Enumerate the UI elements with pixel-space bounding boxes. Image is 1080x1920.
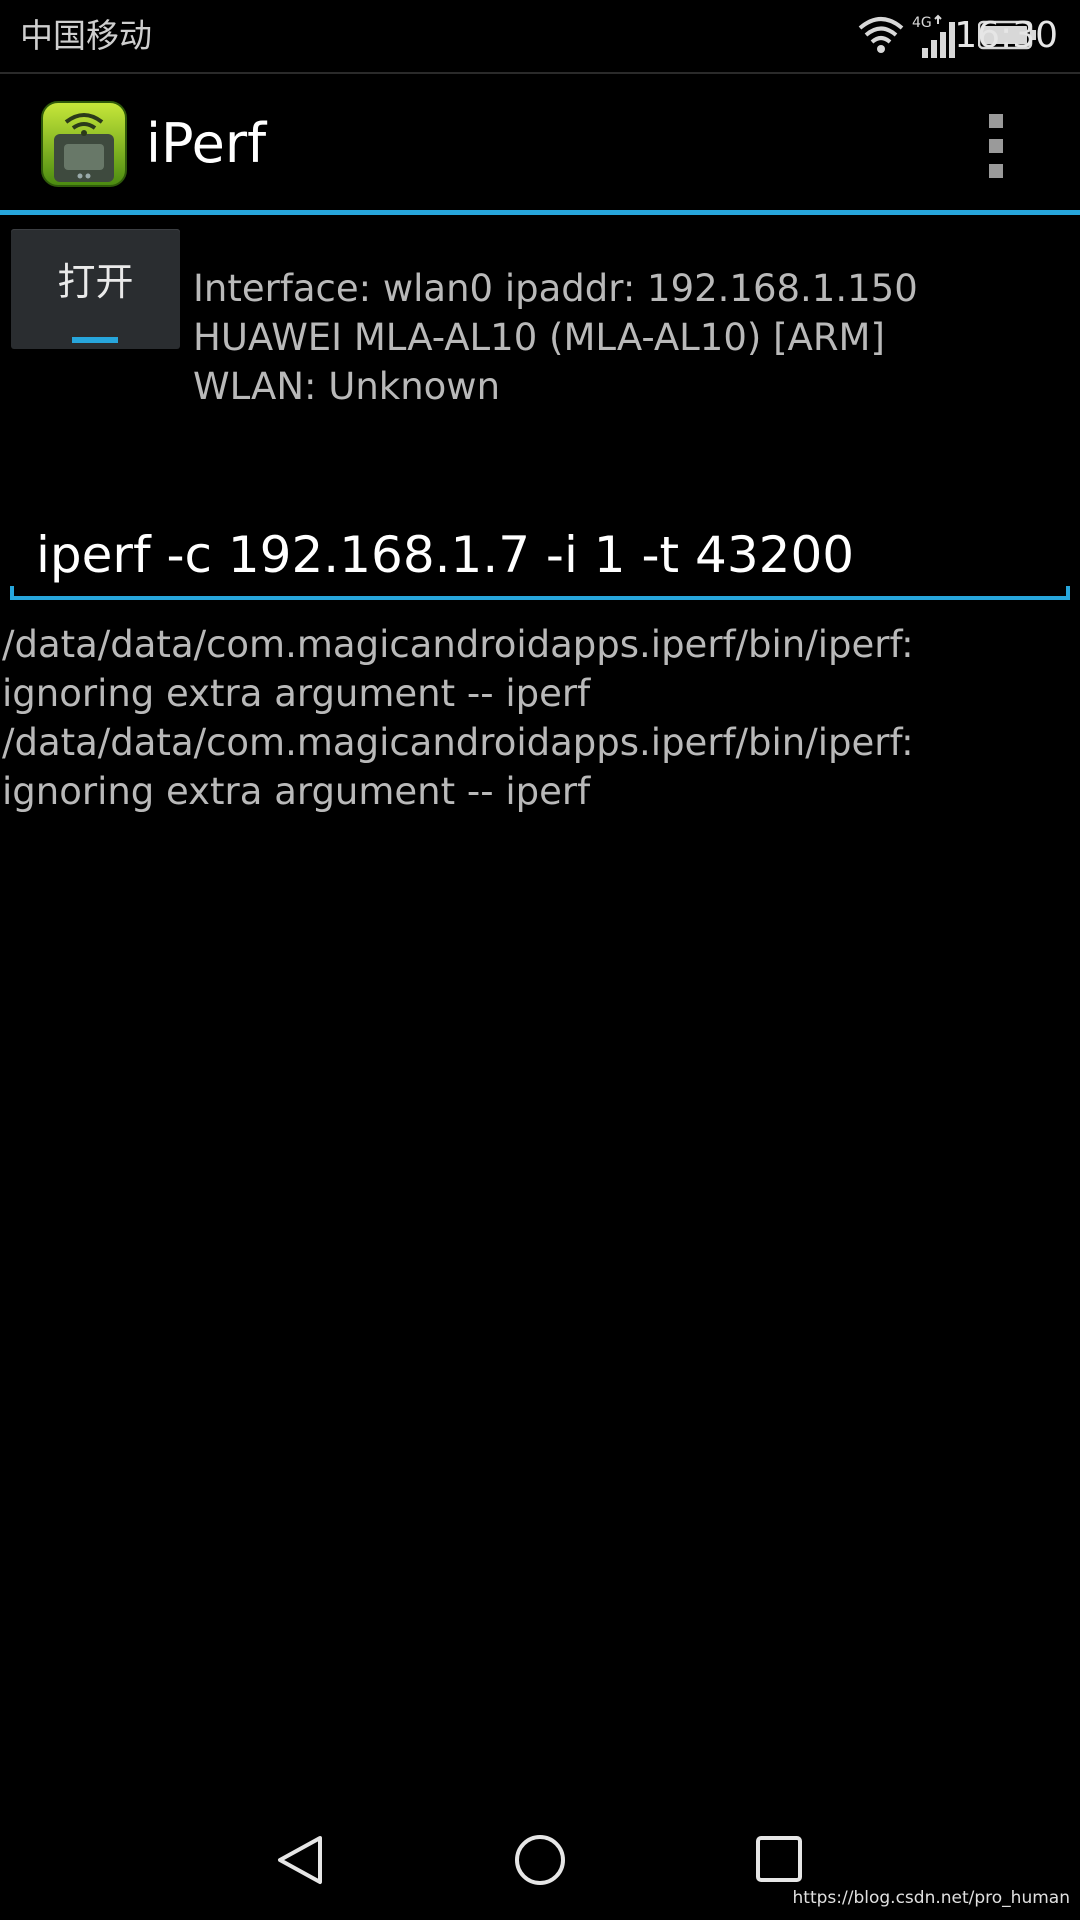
back-icon[interactable] [276,1834,324,1886]
output-line: ignoring extra argument -- iperf [2,672,591,715]
action-bar-divider [0,210,1080,215]
input-edge-right [1066,586,1070,600]
overflow-menu-icon[interactable] [986,114,1006,178]
action-bar: iPerf [0,74,1080,210]
recent-apps-icon[interactable] [756,1836,802,1882]
screen: 中国移动 4G 16:30 iPerf 打开 Interface: wlan0 … [0,0,1080,1920]
status-bar: 中国移动 4G 16:30 [0,0,1080,74]
command-output: /data/data/com.magicandroidapps.iperf/bi… [2,620,1078,816]
home-icon[interactable] [514,1834,566,1886]
info-line: HUAWEI MLA-AL10 (MLA-AL10) [ARM] [193,316,885,359]
output-line: /data/data/com.magicandroidapps.iperf/bi… [2,623,914,666]
watermark: https://blog.csdn.net/pro_human [792,1888,1070,1908]
device-info: Interface: wlan0 ipaddr: 192.168.1.150 H… [193,264,1073,411]
iperf-app-icon [41,101,127,187]
app-title: iPerf [146,112,267,175]
toggle-button-label: 打开 [57,260,134,304]
command-input[interactable] [10,514,1070,600]
output-line: ignoring extra argument -- iperf [2,770,591,813]
input-edge-left [10,586,14,600]
output-line: /data/data/com.magicandroidapps.iperf/bi… [2,721,914,764]
carrier-name: 中国移动 [20,16,152,55]
info-line: Interface: wlan0 ipaddr: 192.168.1.150 [193,267,918,310]
toggle-button[interactable]: 打开 [11,229,180,349]
toggle-indicator [72,337,118,343]
info-line: WLAN: Unknown [193,365,501,408]
clock: 16:30 [954,15,1058,56]
